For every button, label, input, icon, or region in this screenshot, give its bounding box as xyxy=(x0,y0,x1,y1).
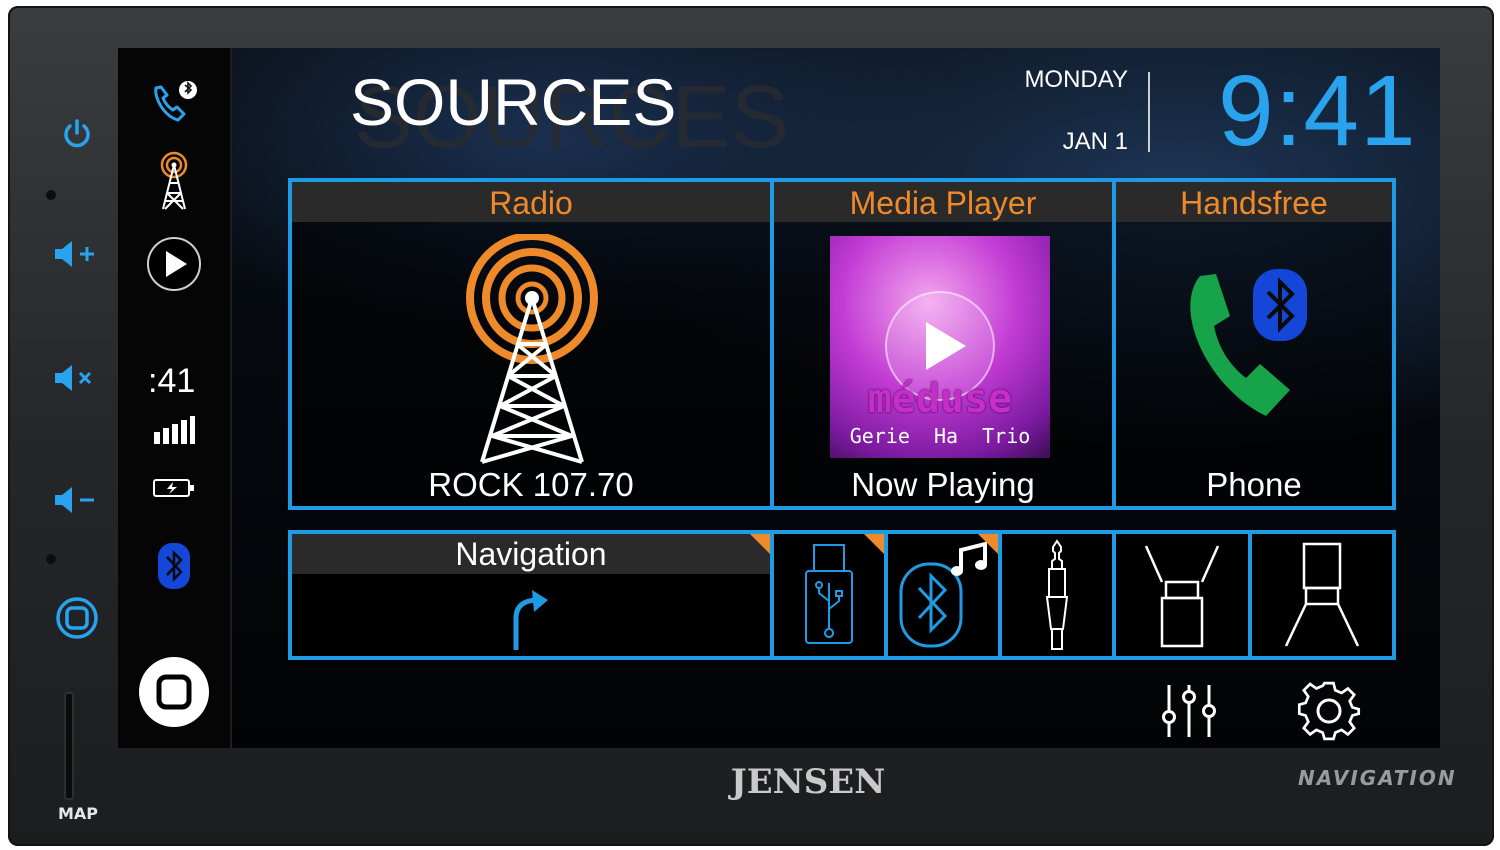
radio-tower-icon xyxy=(160,151,188,210)
usb-source-tile[interactable] xyxy=(770,530,888,660)
camera-front-icon xyxy=(1144,545,1220,648)
handsfree-bluetooth-icon xyxy=(1253,269,1307,341)
day-label: MONDAY xyxy=(1024,66,1128,93)
map-label: MAP xyxy=(57,804,99,823)
media-player-tile[interactable]: Media Player méduse Gerie Ha Trio Now Pl… xyxy=(770,178,1116,510)
usb-corner-badge xyxy=(864,534,884,554)
date-label: JAN 1 xyxy=(1062,128,1128,155)
signal-strength xyxy=(144,410,204,450)
power-icon xyxy=(64,119,90,148)
aux-source-tile[interactable] xyxy=(998,530,1116,660)
bt-corner-badge xyxy=(978,534,998,554)
handsfree-tile-title: Handsfree xyxy=(1116,182,1392,222)
turn-right-icon xyxy=(513,590,548,650)
reset-hole[interactable] xyxy=(46,554,56,564)
volume-down-button[interactable] xyxy=(48,480,106,520)
aux-jack-icon xyxy=(1045,539,1069,650)
volume-up-button[interactable] xyxy=(48,234,106,274)
radio-tile[interactable]: Radio ROCK 107.70 xyxy=(288,178,774,510)
home-hw-button[interactable] xyxy=(48,597,106,639)
sd-card-slot[interactable] xyxy=(64,692,74,800)
camera-rear-icon xyxy=(1284,542,1360,647)
front-camera-tile[interactable] xyxy=(1112,530,1252,660)
touch-screen: :41 SOURCES SOURCES MONDAY JAN 1 9:41 Ra… xyxy=(118,48,1440,748)
main-clock: 9:41 xyxy=(1218,55,1417,167)
album-subtitle: Gerie Ha Trio xyxy=(849,424,1031,448)
phone-shortcut[interactable] xyxy=(144,72,204,132)
mic-hole xyxy=(46,190,56,200)
bluetooth-music-icon xyxy=(899,541,987,648)
radio-shortcut[interactable] xyxy=(144,151,204,212)
media-player-tile-title: Media Player xyxy=(774,182,1112,222)
power-button[interactable] xyxy=(48,114,106,154)
handsfree-tile[interactable]: Handsfree Phone xyxy=(1112,178,1396,510)
signal-bars-icon xyxy=(154,416,195,444)
battery-status xyxy=(144,468,204,508)
status-sidebar: :41 xyxy=(118,48,232,748)
usb-icon xyxy=(805,544,853,644)
navigation-tile-title: Navigation xyxy=(292,534,770,574)
rear-camera-tile[interactable] xyxy=(1248,530,1396,660)
radio-station: ROCK 107.70 xyxy=(428,466,634,503)
bluetooth-status xyxy=(144,536,204,596)
home-icon xyxy=(139,657,209,727)
sidebar-clock: :41 xyxy=(148,362,196,400)
navigation-tag: NAVIGATION xyxy=(1298,766,1457,790)
volume-down-icon xyxy=(55,487,94,513)
bluetooth-audio-tile[interactable] xyxy=(884,530,1002,660)
bluetooth-icon xyxy=(158,543,190,589)
equalizer-icon xyxy=(1162,685,1216,737)
navigation-tile[interactable]: Navigation xyxy=(288,530,774,660)
equalizer-button[interactable] xyxy=(1154,676,1224,746)
brand-logo: JENSEN xyxy=(730,762,886,802)
home-button[interactable] xyxy=(136,654,212,730)
mute-icon xyxy=(55,365,92,391)
now-playing-label: Now Playing xyxy=(851,466,1035,503)
radio-tower-large-icon xyxy=(466,234,598,464)
radio-tile-title: Radio xyxy=(292,182,770,222)
play-icon xyxy=(147,237,201,291)
phone-bluetooth-icon xyxy=(154,81,197,122)
mute-button[interactable] xyxy=(48,358,106,398)
head-unit-bezel: MAP JENSEN NAVIGATION:41 SOURCES SOURCE… xyxy=(8,6,1494,846)
play-shortcut[interactable] xyxy=(144,234,204,294)
phone-label: Phone xyxy=(1206,466,1302,503)
settings-gear-icon xyxy=(1297,681,1361,741)
settings-button[interactable] xyxy=(1294,676,1364,746)
volume-up-icon xyxy=(55,241,94,267)
album-art: méduse Gerie Ha Trio xyxy=(830,236,1050,458)
album-title: méduse xyxy=(867,376,1013,422)
corner-badge xyxy=(750,534,770,554)
home-hw-icon xyxy=(56,597,98,639)
page-title: SOURCES xyxy=(350,65,677,139)
battery-charging-icon xyxy=(153,479,194,497)
header-divider xyxy=(1148,72,1150,152)
